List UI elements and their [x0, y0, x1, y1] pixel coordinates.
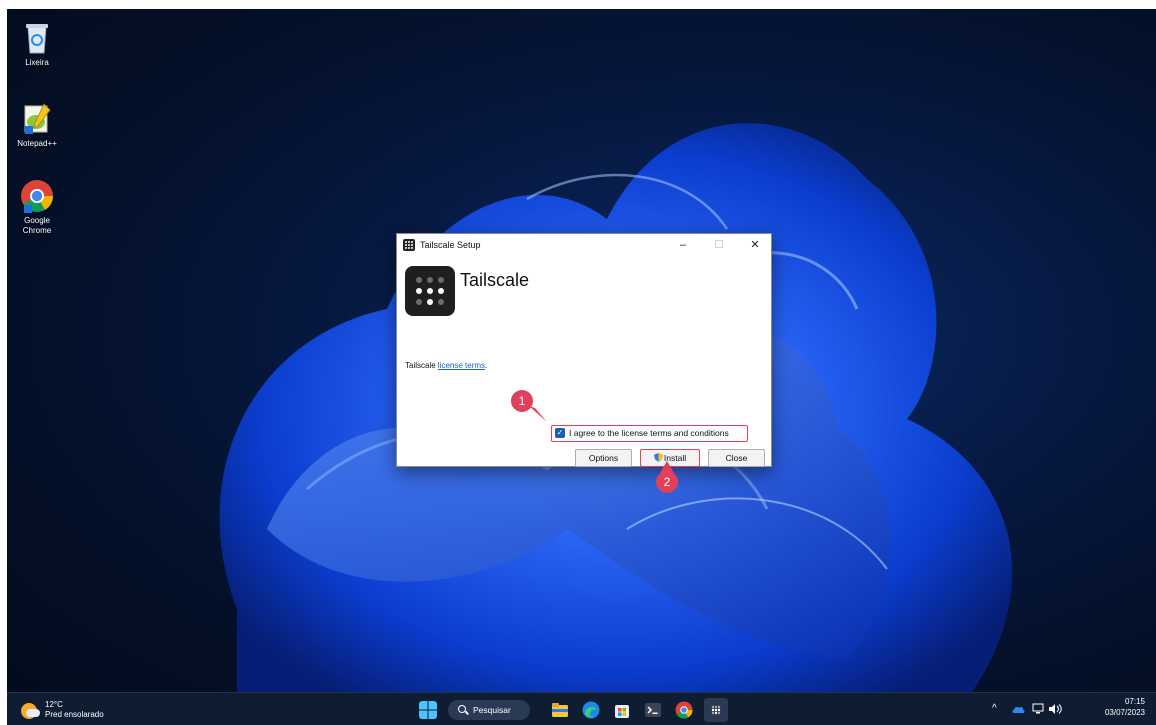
- desktop-screen: Lixeira Notepad++ Google Chrome Tailscal…: [7, 9, 1156, 725]
- product-name: Tailscale: [460, 270, 530, 290]
- weather-widget[interactable]: 12°C Pred ensolarado: [21, 699, 141, 721]
- agree-label: I agree to the license terms and conditi…: [569, 428, 729, 438]
- clock-time: 07:15: [1124, 697, 1145, 706]
- close-window-button[interactable]: ✕: [741, 236, 769, 254]
- chrome-icon[interactable]: [675, 701, 693, 719]
- desktop-icon-label: Google Chrome: [22, 216, 52, 235]
- agree-checkbox-row[interactable]: ✓ I agree to the license terms and condi…: [551, 425, 748, 442]
- step-marker-2: 2: [656, 471, 678, 493]
- onedrive-icon[interactable]: [1012, 705, 1026, 714]
- network-icon[interactable]: [1032, 703, 1044, 715]
- microsoft-store-icon[interactable]: [613, 701, 631, 719]
- close-button[interactable]: Close: [708, 449, 765, 467]
- tailscale-icon: [711, 705, 721, 715]
- dialog-titlebar[interactable]: Tailscale Setup – ☐ ✕: [397, 234, 771, 256]
- minimize-button[interactable]: –: [669, 236, 697, 254]
- desktop-icon-notepad-plus-plus[interactable]: Notepad++: [7, 102, 67, 149]
- license-suffix: .: [485, 361, 488, 370]
- taskbar-search[interactable]: Pesquisar: [448, 700, 530, 720]
- desktop-icon-label: Notepad++: [17, 139, 57, 148]
- terminal-icon[interactable]: [644, 701, 662, 719]
- tray-clock[interactable]: 07:15 03/07/2023: [1097, 697, 1145, 717]
- options-button[interactable]: Options: [575, 449, 632, 467]
- windows-start-icon[interactable]: [419, 701, 437, 719]
- license-terms-link[interactable]: license terms: [438, 361, 485, 370]
- taskbar: 12°C Pred ensolarado Pesquisar ^ 07:15 0…: [7, 692, 1156, 725]
- tailscale-setup-dialog: Tailscale Setup – ☐ ✕ Tailscale Tailscal…: [396, 233, 772, 467]
- search-label: Pesquisar: [473, 705, 511, 715]
- weather-temp: 12°C: [45, 700, 63, 709]
- agree-checkbox[interactable]: ✓: [555, 428, 565, 438]
- chrome-icon: [20, 179, 54, 213]
- step-marker-2-pointer: [660, 461, 674, 473]
- tailscale-app-icon: [403, 239, 415, 251]
- weather-cloud-icon: [26, 709, 40, 717]
- step-marker-1-pointer: [529, 406, 547, 422]
- dialog-title: Tailscale Setup: [420, 240, 481, 250]
- clock-date: 03/07/2023: [1104, 708, 1145, 717]
- edge-icon[interactable]: [582, 701, 600, 719]
- recycle-bin-icon: [20, 21, 54, 55]
- license-line: Tailscale license terms.: [405, 361, 487, 370]
- license-prefix: Tailscale: [405, 361, 436, 370]
- desktop-icon-chrome[interactable]: Google Chrome: [7, 179, 67, 236]
- tailscale-logo: [405, 266, 455, 316]
- desktop-icon-label: Lixeira: [25, 58, 49, 67]
- weather-condition: Pred ensolarado: [45, 710, 104, 719]
- volume-icon[interactable]: [1048, 703, 1062, 715]
- file-explorer-icon[interactable]: [551, 701, 569, 719]
- desktop-icon-recycle-bin[interactable]: Lixeira: [7, 21, 67, 68]
- maximize-button: ☐: [714, 239, 724, 251]
- chevron-up-icon[interactable]: ^: [992, 703, 997, 714]
- tailscale-taskbar-icon[interactable]: [704, 698, 728, 722]
- notepad-plus-plus-icon: [20, 102, 54, 136]
